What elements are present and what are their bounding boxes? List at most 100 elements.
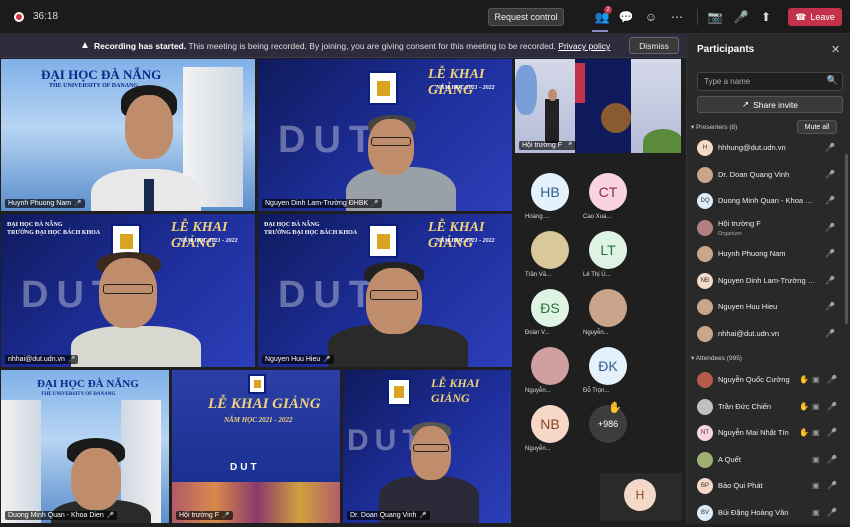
- attendee-avatar[interactable]: HB: [531, 173, 569, 211]
- presenter-name: hhhung@dut.udn.vn: [718, 143, 786, 152]
- mic-off-icon[interactable]: 🎤: [825, 276, 835, 285]
- mic-off-icon[interactable]: 🎤: [825, 170, 835, 179]
- mic-off-icon[interactable]: 🎤: [825, 329, 835, 338]
- panel-title: Participants: [697, 44, 755, 55]
- share-icon: ↗: [741, 99, 750, 109]
- attendee-avatar[interactable]: ĐK: [589, 347, 627, 385]
- attendee-name: A Quết: [718, 454, 741, 464]
- share-screen-icon[interactable]: ⬆: [758, 9, 774, 25]
- presenter-row[interactable]: Huynh Phuong Nam 🎤: [687, 242, 845, 268]
- presenter-avatar: [697, 219, 713, 236]
- participant-name: nhhai@dut.udn.vn 🎤: [5, 355, 79, 364]
- presenter-name: Hội trường F: [718, 218, 761, 228]
- camera-off-icon: ▣: [812, 428, 820, 437]
- presenter-row[interactable]: Hhhhung@dut.udn.vn 🎤: [687, 136, 845, 162]
- request-control-button[interactable]: Request control: [488, 8, 564, 26]
- attendee-row[interactable]: BV Bùi Đặng Hoàng Vân ▣ 🎤: [687, 501, 845, 527]
- more-options-icon[interactable]: ⋯: [669, 9, 685, 25]
- mute-all-button[interactable]: Mute all: [797, 120, 837, 134]
- share-invite-label: Share invite: [753, 99, 798, 110]
- video-tile[interactable]: ĐẠI HỌC ĐÀ NẴNG THE UNIVERSITY OF DANANG…: [0, 369, 170, 524]
- video-tile[interactable]: LỄ KHAI GIẢNG DUT Dr. Doan Quang Vinh 🎤: [342, 369, 512, 524]
- attendee-row[interactable]: NT Nguyễn Mai Nhật Tín ✋ ▣ 🎤: [687, 421, 845, 447]
- video-tile[interactable]: LỄ KHAI GIẢNG NĂM HỌC 2021 - 2022 DUT Ng…: [257, 58, 513, 212]
- presenter-avatar: [697, 246, 713, 262]
- banner-message: This meeting is being recorded. By joini…: [188, 41, 556, 51]
- leave-button[interactable]: ☎ Leave: [788, 8, 842, 26]
- warning-icon: ▲: [80, 40, 90, 51]
- signage-dhdn: ĐẠI HỌC ĐÀ NẴNG: [37, 378, 139, 390]
- presenter-row[interactable]: Nguyen Huu Hieu 🎤: [687, 295, 845, 321]
- meeting-toolbar: 36:18 Request control 👥 2 💬 ☺ ⋯ 📷 🎤 ⬆ ☎ …: [0, 0, 850, 34]
- signage-udn: THE UNIVERSITY OF DANANG: [41, 392, 116, 397]
- signage-bk-name: TRƯỜNG ĐẠI HỌC BÁCH KHOA: [7, 230, 101, 236]
- video-tile[interactable]: LỄ KHAI GIẢNG NĂM HỌC 2021 - 2022 ĐẠI HỌ…: [257, 213, 513, 368]
- attendee-avatar[interactable]: CT: [589, 173, 627, 211]
- attendee-row[interactable]: BP Bảo Qui Phát ▣ 🎤: [687, 474, 845, 500]
- share-invite-button[interactable]: ↗ Share invite: [697, 96, 843, 113]
- attendee-avatar: NT: [697, 425, 713, 441]
- scrollbar[interactable]: [845, 154, 848, 324]
- mic-off-icon[interactable]: 🎤: [825, 223, 835, 232]
- attendee-name-label: Nguyễn...: [525, 388, 551, 394]
- participant-name: Hội trường F 🎤: [519, 141, 576, 150]
- phone-hangup-icon: ☎: [795, 11, 807, 22]
- attendee-row[interactable]: A Quết ▣ 🎤: [687, 448, 845, 474]
- mic-off-icon[interactable]: 🎤: [825, 196, 835, 205]
- mic-off-icon[interactable]: 🎤: [825, 143, 835, 152]
- attendee-avatar[interactable]: [589, 289, 627, 327]
- self-video-tile[interactable]: H: [600, 473, 682, 521]
- attendee-avatar[interactable]: NB: [531, 405, 569, 443]
- attendee-row[interactable]: Nguyễn Quốc Cường ✋ ▣ 🎤: [687, 368, 845, 394]
- attendees-header[interactable]: ▾ Attendees (995): [691, 354, 742, 362]
- search-icon: 🔍: [826, 75, 838, 85]
- camera-off-icon: ▣: [812, 481, 820, 490]
- mic-off-icon[interactable]: 🎤: [825, 302, 835, 311]
- banner-text: Recording has started. This meeting is b…: [94, 41, 610, 51]
- signage-khai-giang: LỄ KHAI GIẢNG: [428, 67, 485, 98]
- signage-bk-small: ĐẠI HỌC ĐÀ NẴNG: [264, 222, 320, 228]
- attendee-avatar[interactable]: ĐS: [531, 289, 569, 327]
- dut-logo: [387, 378, 411, 406]
- video-tile[interactable]: LỄ KHAI GIẢNG NĂM HỌC 2021 - 2022 ĐẠI HỌ…: [0, 213, 256, 368]
- self-avatar: H: [624, 479, 656, 511]
- signage-khai-giang: LỄ KHAI GIẢNG: [208, 396, 321, 412]
- presenter-name: Nguyen Huu Hieu: [718, 302, 778, 311]
- privacy-policy-link[interactable]: Privacy policy: [558, 41, 610, 51]
- attendee-row[interactable]: Trần Đức Chiến ✋ ▣ 🎤: [687, 395, 845, 421]
- signage-dut: DUT: [278, 119, 381, 161]
- presenter-row[interactable]: nhhai@dut.udn.vn 🎤: [687, 322, 845, 348]
- mic-off-icon: 🎤: [827, 507, 837, 517]
- presenter-row[interactable]: Hội trường F Organizer 🎤: [687, 216, 845, 242]
- presenter-avatar: NĐ: [697, 272, 713, 289]
- mic-off-icon[interactable]: 🎤: [825, 249, 835, 258]
- building-image: [1, 400, 41, 523]
- raised-hand-icon: ✋: [799, 401, 809, 411]
- presenter-row[interactable]: Dr. Doan Quang Vinh 🎤: [687, 163, 845, 189]
- video-tile-spotlight[interactable]: Hội trường F 🎤: [514, 58, 682, 154]
- attendee-name-label: Đỗ Trọn...: [583, 388, 610, 394]
- close-icon[interactable]: ✕: [831, 43, 840, 56]
- mic-off-icon: 🎤: [827, 375, 837, 384]
- presenter-avatar: [697, 166, 713, 183]
- presenter-row[interactable]: DQ Duong Minh Quan - Khoa Dien 🎤: [687, 189, 845, 215]
- presenter-row[interactable]: NĐ Nguyen Dinh Lam-Trường Đ... 🎤: [687, 269, 845, 295]
- reactions-icon[interactable]: ☺: [643, 9, 659, 25]
- video-tile[interactable]: ĐẠI HỌC ĐÀ NẴNG THE UNIVERSITY OF DANANG…: [0, 58, 256, 212]
- dismiss-button[interactable]: Dismiss: [629, 37, 679, 54]
- search-input[interactable]: Type a name 🔍: [697, 72, 843, 91]
- presenters-header[interactable]: ▾ Presenters (8): [691, 123, 737, 131]
- video-tile[interactable]: LỄ KHAI GIẢNG NĂM HỌC 2021 - 2022 DUT Hộ…: [171, 369, 341, 524]
- presenter-avatar: H: [697, 140, 713, 156]
- attendee-avatar[interactable]: LT: [589, 231, 627, 269]
- mic-off-icon: 🎤: [827, 401, 837, 411]
- camera-off-icon[interactable]: 📷: [707, 9, 723, 25]
- leave-label: Leave: [810, 12, 835, 22]
- mic-off-icon[interactable]: 🎤: [733, 9, 749, 25]
- attendee-avatar: BP: [697, 478, 713, 494]
- participant-name: Huynh Phuong Nam 🎤: [5, 199, 85, 208]
- attendee-avatar[interactable]: [531, 231, 569, 269]
- chat-icon[interactable]: 💬: [618, 9, 634, 25]
- mic-off-icon: 🎤: [827, 481, 837, 490]
- attendee-avatar[interactable]: [531, 347, 569, 385]
